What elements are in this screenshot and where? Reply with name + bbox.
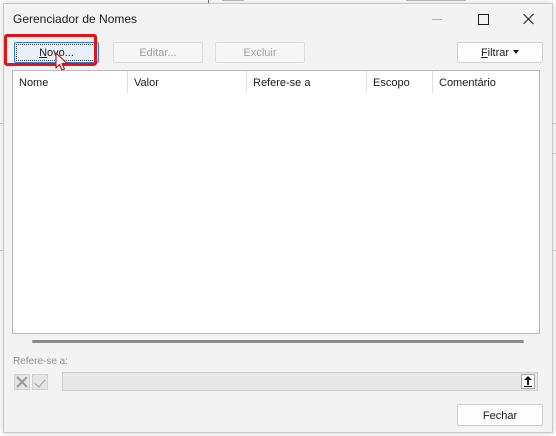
- filter-button-label: Filtrar: [480, 47, 510, 59]
- background-ribbon-line: [222, 0, 244, 1]
- refers-to-label: Refere-se a:: [13, 356, 69, 367]
- column-header-value[interactable]: Valor: [128, 71, 247, 93]
- column-header-scope[interactable]: Escopo: [367, 71, 433, 93]
- column-header-refers-to[interactable]: Refere-se a: [247, 71, 367, 93]
- mouse-pointer-icon: [55, 52, 68, 71]
- minimize-button[interactable]: [414, 4, 460, 34]
- collapse-dialog-button[interactable]: [521, 374, 535, 389]
- refers-to-field[interactable]: [62, 372, 538, 391]
- horizontal-scrollbar[interactable]: [32, 340, 524, 343]
- delete-name-button-label: Excluir: [243, 47, 277, 59]
- cancel-edit-icon[interactable]: [14, 374, 30, 390]
- column-header-comment[interactable]: Comentário: [433, 71, 539, 93]
- names-list[interactable]: Nome Valor Refere-se a Escopo Comentário: [12, 70, 540, 343]
- column-header-name[interactable]: Nome: [13, 71, 128, 93]
- filter-dropdown-button[interactable]: Filtrar: [457, 42, 543, 63]
- edit-name-button-label: Editar...: [139, 47, 177, 59]
- close-button[interactable]: [506, 4, 552, 34]
- dialog-title: Gerenciador de Nomes: [13, 12, 138, 26]
- maximize-icon: [477, 13, 489, 25]
- list-header: Nome Valor Refere-se a Escopo Comentário: [13, 71, 539, 93]
- close-dialog-button-label: Fechar: [482, 410, 518, 422]
- collapse-arrow-stem: [527, 379, 529, 385]
- collapse-base-line: [524, 386, 532, 387]
- edit-name-button[interactable]: Editar...: [113, 42, 203, 63]
- background-ribbon-line: [406, 0, 466, 1]
- name-manager-dialog: Gerenciador de Nomes Novo... Editar... E…: [3, 3, 553, 433]
- caret-down-icon: [513, 50, 520, 55]
- minimize-icon: [432, 18, 442, 20]
- confirm-edit-icon[interactable]: [32, 374, 48, 390]
- highlight-box: [4, 34, 97, 66]
- close-icon: [523, 13, 535, 25]
- maximize-button[interactable]: [460, 4, 506, 34]
- title-bar: Gerenciador de Nomes: [4, 4, 552, 34]
- close-dialog-button[interactable]: Fechar: [457, 404, 543, 426]
- delete-name-button[interactable]: Excluir: [215, 42, 305, 63]
